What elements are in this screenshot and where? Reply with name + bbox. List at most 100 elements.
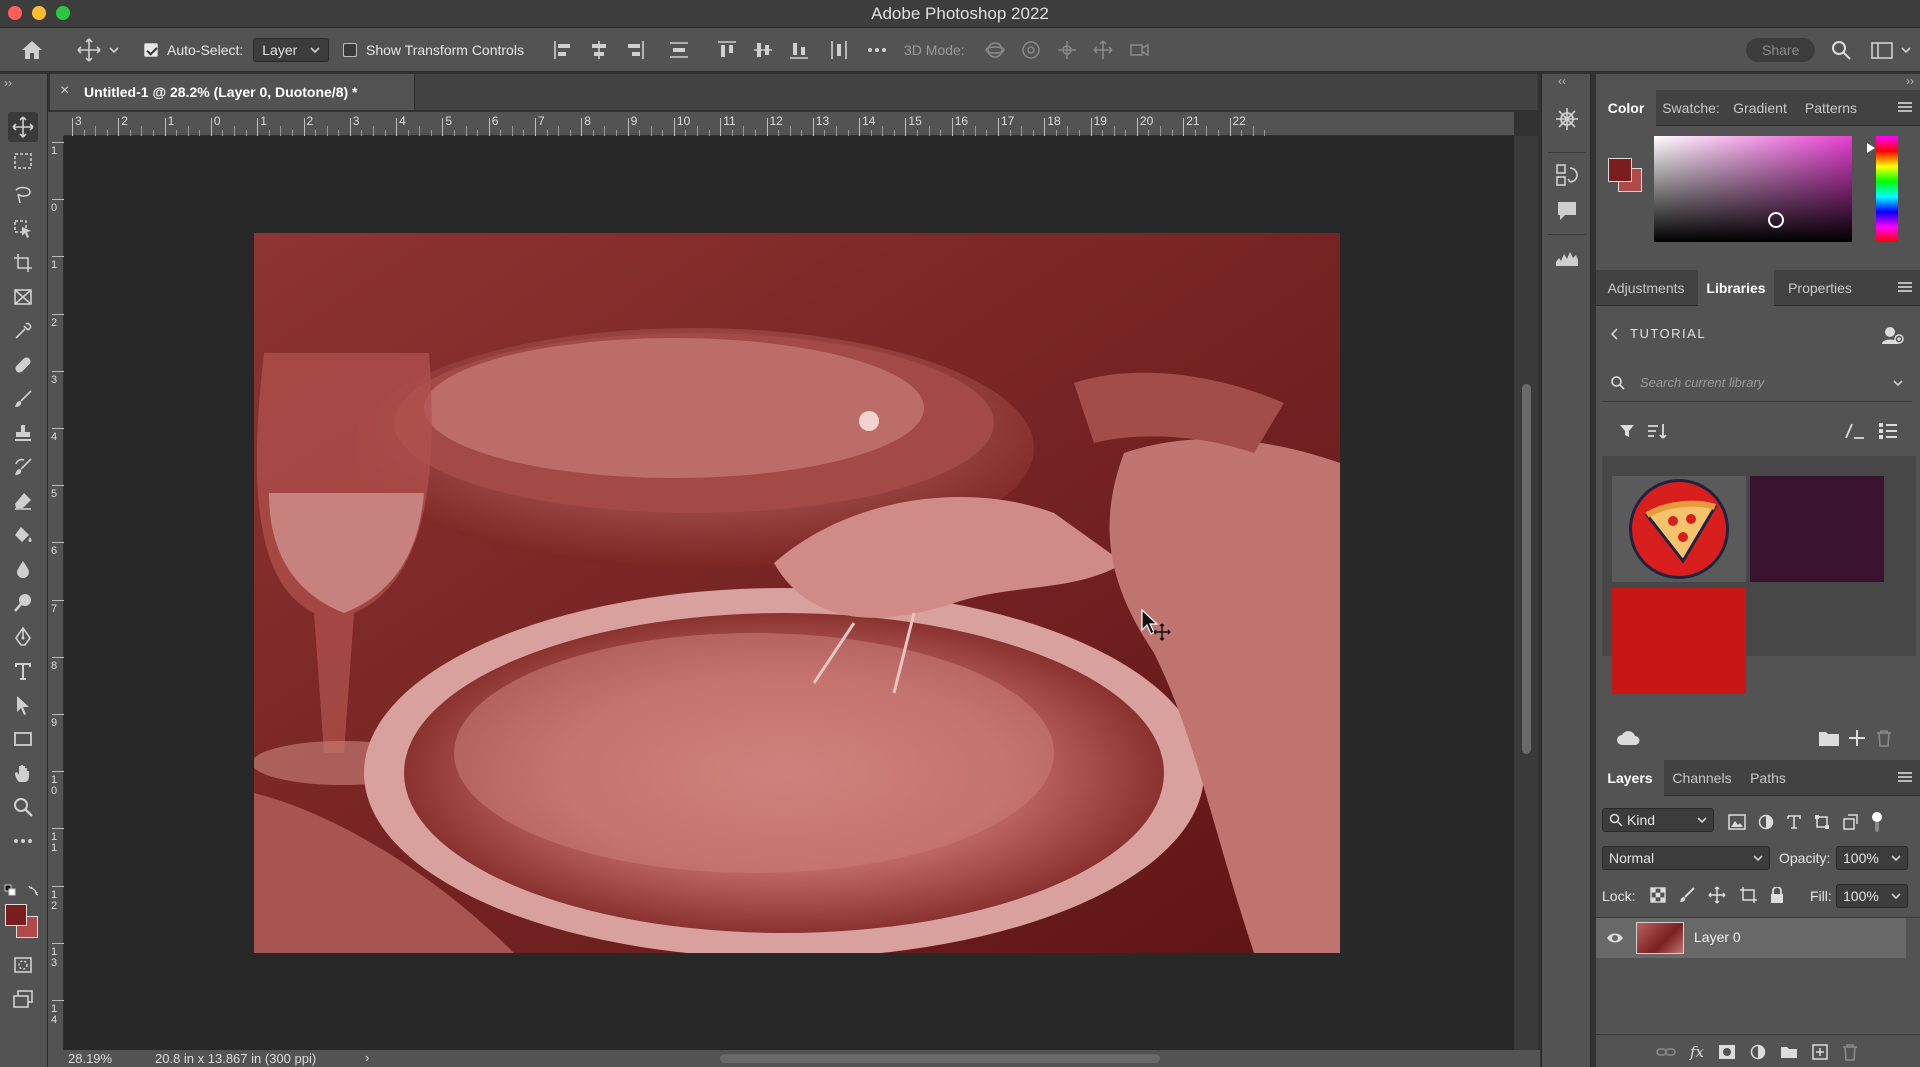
align-middle-icon[interactable] [752, 39, 774, 61]
dodge-tool[interactable] [8, 588, 38, 618]
lasso-tool[interactable] [8, 180, 38, 210]
grid-view-icon[interactable] [1844, 422, 1866, 440]
lock-transparency-icon[interactable] [1650, 887, 1666, 903]
eye-icon[interactable] [1606, 931, 1624, 945]
new-adjustment-layer-icon[interactable] [1750, 1044, 1766, 1060]
lock-pixels-icon[interactable] [1679, 887, 1695, 903]
smart-object-filter-icon[interactable] [1842, 814, 1858, 830]
color-picker-cursor[interactable] [1768, 212, 1784, 228]
align-left-icon[interactable] [552, 39, 574, 61]
shape-layer-filter-icon[interactable] [1814, 814, 1830, 830]
new-layer-icon[interactable] [1812, 1044, 1828, 1060]
align-top-icon[interactable] [716, 39, 738, 61]
layer-row[interactable]: Layer 0 [1596, 918, 1906, 958]
pixel-layer-filter-icon[interactable] [1728, 814, 1746, 830]
move-tool[interactable] [8, 112, 38, 142]
add-icon[interactable] [1848, 729, 1866, 747]
document-image[interactable] [254, 233, 1340, 953]
delete-layer-icon[interactable] [1842, 1043, 1858, 1061]
history-panel-button[interactable] [1554, 162, 1580, 188]
eyedropper-tool[interactable] [8, 316, 38, 346]
layer-filter-kind-dropdown[interactable]: Kind [1602, 808, 1714, 832]
color-panel-menu-icon[interactable] [1898, 102, 1912, 112]
add-mask-icon[interactable] [1718, 1044, 1736, 1060]
collapse-panels-icon[interactable]: ›› [1906, 74, 1914, 88]
lock-all-icon[interactable] [1770, 887, 1784, 903]
auto-select-checkbox[interactable] [144, 43, 158, 57]
layers-panel-menu-icon[interactable] [1898, 772, 1912, 782]
collapse-strip-icon[interactable]: ‹‹ [1558, 74, 1566, 88]
new-group-icon[interactable] [1780, 1045, 1798, 1059]
path-selection-tool[interactable] [8, 690, 38, 720]
document-tab[interactable]: × Untitled-1 @ 28.2% (Layer 0, Duotone/8… [50, 74, 415, 110]
adjustment-layer-filter-icon[interactable] [1758, 814, 1774, 830]
more-options-button[interactable] [866, 28, 888, 72]
horizontal-ruler[interactable]: 3 2 1 0 1 2 3 4 5 6 7 8 9 10 11 12 13 14 15 16 17 18 19 20 21 22 [64, 112, 1514, 136]
show-transform-controls-checkbox[interactable] [343, 43, 357, 57]
comments-panel-button[interactable] [1554, 198, 1580, 224]
histogram-panel-button[interactable] [1554, 244, 1580, 270]
distribute-vertical-icon[interactable] [668, 39, 690, 61]
pen-tool[interactable] [8, 622, 38, 652]
tab-paths[interactable]: Paths [1740, 760, 1796, 796]
hue-slider[interactable] [1876, 136, 1898, 242]
library-search-input[interactable]: Search current library [1602, 364, 1912, 402]
type-layer-filter-icon[interactable] [1786, 814, 1802, 830]
hand-tool[interactable] [8, 758, 38, 788]
chevron-down-icon[interactable] [1892, 377, 1904, 389]
object-selection-tool[interactable] [8, 214, 38, 244]
brush-tool[interactable] [8, 384, 38, 414]
search-button[interactable] [1830, 28, 1852, 72]
list-view-icon[interactable] [1878, 422, 1898, 440]
home-button[interactable] [20, 28, 44, 72]
new-group-folder-icon[interactable] [1818, 729, 1840, 747]
healing-brush-tool[interactable] [8, 350, 38, 380]
zoom-level[interactable]: 28.19% [68, 1051, 112, 1066]
move-tool-preset-button[interactable] [76, 28, 120, 72]
vertical-ruler[interactable]: 101234567891 01 11 21 31 4 [48, 136, 64, 1050]
3d-roll-icon[interactable] [1020, 39, 1042, 61]
distribute-horizontal-icon[interactable] [828, 39, 850, 61]
3d-orbit-icon[interactable] [984, 39, 1006, 61]
workspace-button[interactable] [1870, 28, 1912, 72]
marquee-tool[interactable] [8, 146, 38, 176]
swap-colors-icon[interactable] [28, 884, 40, 896]
screen-mode-button[interactable] [8, 984, 38, 1014]
clone-stamp-tool[interactable] [8, 418, 38, 448]
library-back-button[interactable]: TUTORIAL [1610, 326, 1706, 341]
lock-position-icon[interactable] [1708, 886, 1726, 904]
tab-channels[interactable]: Channels [1666, 760, 1738, 796]
vertical-scrollbar[interactable] [1514, 136, 1538, 1050]
trash-icon[interactable] [1876, 729, 1892, 747]
frame-tool[interactable] [8, 282, 38, 312]
foreground-color-swatch[interactable] [5, 904, 27, 926]
status-menu-arrow-icon[interactable]: › [365, 1050, 369, 1065]
library-item-dark-swatch[interactable] [1750, 476, 1884, 582]
align-bottom-icon[interactable] [788, 39, 810, 61]
sort-icon[interactable] [1646, 422, 1668, 440]
align-right-icon[interactable] [624, 39, 646, 61]
3d-scale-icon[interactable] [1128, 39, 1150, 61]
crop-tool[interactable] [8, 248, 38, 278]
layer-style-fx-icon[interactable]: fx [1690, 1043, 1704, 1061]
3d-slide-icon[interactable] [1092, 39, 1114, 61]
collapse-toolbar-icon[interactable]: ›› [4, 76, 12, 90]
filter-toggle-icon[interactable] [1870, 812, 1884, 832]
hue-slider-handle-icon[interactable] [1866, 142, 1876, 154]
invite-people-icon[interactable] [1880, 324, 1904, 346]
3d-pan-icon[interactable] [1056, 39, 1078, 61]
tab-color[interactable]: Color [1596, 90, 1656, 126]
layer-name[interactable]: Layer 0 [1694, 929, 1741, 945]
tab-libraries[interactable]: Libraries [1698, 270, 1774, 306]
color-foreground-swatch[interactable] [1608, 158, 1632, 182]
fill-input[interactable]: 100% [1836, 884, 1908, 908]
zoom-tool[interactable] [8, 792, 38, 822]
quick-mask-button[interactable] [8, 950, 38, 980]
horizontal-scroll-thumb[interactable] [720, 1054, 1160, 1063]
default-colors-icon[interactable] [4, 884, 16, 896]
history-brush-tool[interactable] [8, 452, 38, 482]
tab-layers[interactable]: Layers [1596, 760, 1664, 796]
blur-tool[interactable] [8, 554, 38, 584]
tab-gradient[interactable]: Gradient [1726, 90, 1794, 126]
auto-select-dropdown[interactable]: Layer [253, 38, 330, 62]
